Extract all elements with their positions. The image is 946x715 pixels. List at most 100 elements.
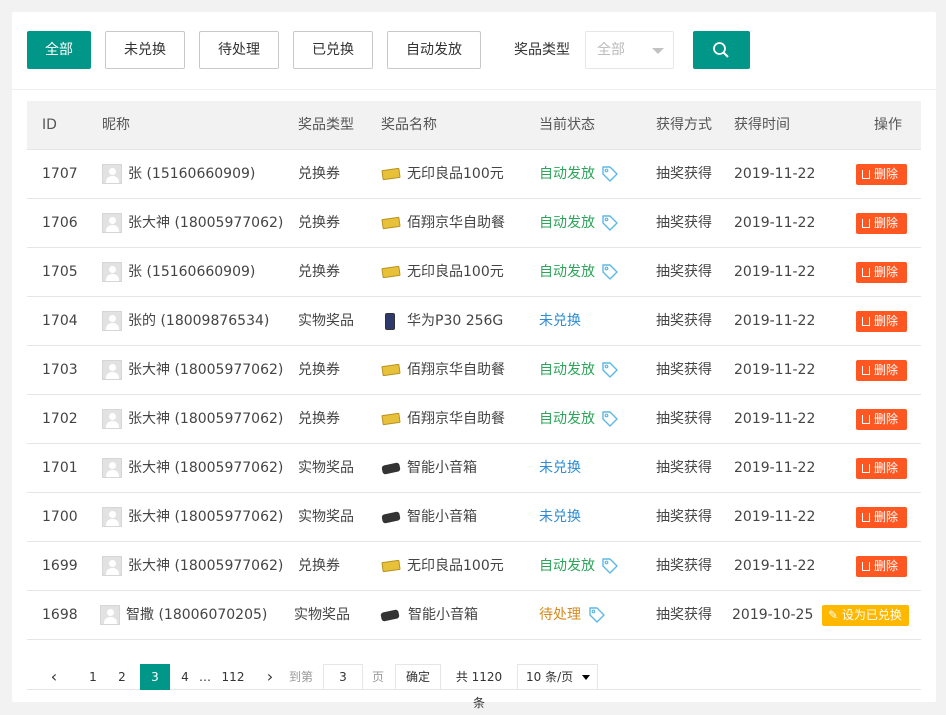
tag-icon[interactable] bbox=[601, 410, 619, 428]
avatar bbox=[102, 311, 122, 331]
tab-unredeemed[interactable]: 未兑换 bbox=[105, 31, 185, 69]
main-panel: 全部 未兑换 待处理 已兑换 自动发放 奖品类型 全部 ID 昵称 奖品类型 奖… bbox=[12, 12, 936, 710]
row-nickname: 张大神 (18005977062) bbox=[128, 215, 284, 231]
header-time: 获得时间 bbox=[734, 117, 790, 133]
page-size-select[interactable]: 10 条/页 bbox=[517, 664, 598, 690]
page-1[interactable]: 1 bbox=[83, 664, 103, 690]
row-nickname: 张 (15160660909) bbox=[128, 166, 256, 182]
trash-icon bbox=[862, 415, 870, 424]
page-ellipsis: … bbox=[199, 670, 211, 684]
row-method: 抽奖获得 bbox=[656, 607, 712, 623]
page-3-current[interactable]: 3 bbox=[140, 664, 170, 690]
mark-redeemed-button[interactable]: ✎ 设为已兑换 bbox=[822, 605, 909, 626]
row-id: 1705 bbox=[42, 264, 78, 280]
row-nickname: 张大神 (18005977062) bbox=[128, 362, 284, 378]
next-page-button[interactable]: › bbox=[263, 664, 277, 690]
row-time: 2019-11-22 bbox=[734, 509, 816, 525]
delete-button[interactable]: 删除 bbox=[856, 507, 907, 528]
delete-button[interactable]: 删除 bbox=[856, 311, 907, 332]
row-id: 1707 bbox=[42, 166, 78, 182]
trash-icon bbox=[862, 268, 870, 277]
row-prize-name: 无印良品100元 bbox=[407, 558, 504, 574]
row-prize-type: 实物奖品 bbox=[294, 607, 350, 623]
delete-button[interactable]: 删除 bbox=[856, 556, 907, 577]
row-time: 2019-11-22 bbox=[734, 264, 816, 280]
row-prize-type: 实物奖品 bbox=[298, 313, 354, 329]
row-prize-type: 兑换券 bbox=[298, 264, 340, 280]
pagination: ‹ 1 2 3 4 … 112 › 到第 3 页 确定 共 1120 条 10 … bbox=[27, 652, 921, 710]
delete-button[interactable]: 删除 bbox=[856, 458, 907, 479]
tag-icon[interactable] bbox=[601, 214, 619, 232]
tag-icon[interactable] bbox=[601, 557, 619, 575]
header-id: ID bbox=[42, 117, 57, 133]
header-prize-name: 奖品名称 bbox=[381, 117, 437, 133]
avatar bbox=[102, 164, 122, 184]
row-status: 自动发放 bbox=[539, 264, 595, 280]
row-time: 2019-11-22 bbox=[734, 362, 816, 378]
row-nickname: 张大神 (18005977062) bbox=[128, 509, 284, 525]
avatar bbox=[102, 213, 122, 233]
trash-icon bbox=[862, 464, 870, 473]
page-2[interactable]: 2 bbox=[112, 664, 132, 690]
tag-icon[interactable] bbox=[588, 606, 606, 624]
row-id: 1699 bbox=[42, 558, 78, 574]
row-method: 抽奖获得 bbox=[656, 215, 712, 231]
tab-auto-issue[interactable]: 自动发放 bbox=[387, 31, 481, 69]
tag-icon[interactable] bbox=[601, 165, 619, 183]
row-id: 1700 bbox=[42, 509, 78, 525]
page-4[interactable]: 4 bbox=[175, 664, 195, 690]
avatar bbox=[102, 262, 122, 282]
delete-button[interactable]: 删除 bbox=[856, 409, 907, 430]
delete-label: 删除 bbox=[874, 559, 899, 573]
trash-icon bbox=[862, 317, 870, 326]
page-last[interactable]: 112 bbox=[217, 664, 249, 690]
prize-type-select[interactable]: 全部 bbox=[585, 31, 674, 69]
total-count: 共 1120 条 bbox=[455, 670, 503, 710]
row-prize-type: 兑换券 bbox=[298, 411, 340, 427]
avatar bbox=[102, 507, 122, 527]
trash-icon bbox=[862, 366, 870, 375]
tab-redeemed[interactable]: 已兑换 bbox=[293, 31, 373, 69]
prize-type-value: 全部 bbox=[597, 42, 625, 58]
coupon-icon bbox=[381, 150, 402, 198]
row-prize-name: 佰翔京华自助餐 bbox=[407, 411, 505, 427]
tab-all[interactable]: 全部 bbox=[27, 31, 91, 69]
header-prize-type: 奖品类型 bbox=[298, 117, 354, 133]
delete-label: 删除 bbox=[874, 363, 899, 377]
search-button[interactable] bbox=[693, 31, 750, 69]
row-nickname: 张大神 (18005977062) bbox=[128, 411, 284, 427]
row-id: 1703 bbox=[42, 362, 78, 378]
page-unit-label: 页 bbox=[371, 670, 384, 684]
pencil-icon: ✎ bbox=[828, 608, 842, 622]
phone-icon bbox=[382, 297, 402, 345]
header-status: 当前状态 bbox=[539, 117, 595, 133]
row-status: 未兑换 bbox=[539, 460, 581, 476]
tag-icon[interactable] bbox=[601, 361, 619, 379]
delete-label: 删除 bbox=[874, 216, 899, 230]
row-prize-name: 佰翔京华自助餐 bbox=[407, 362, 505, 378]
row-time: 2019-11-22 bbox=[734, 313, 816, 329]
row-prize-name: 华为P30 256G bbox=[407, 313, 504, 329]
speaker-icon bbox=[380, 591, 401, 639]
header-action: 操作 bbox=[874, 117, 902, 133]
row-time: 2019-11-22 bbox=[734, 411, 816, 427]
delete-label: 删除 bbox=[874, 314, 899, 328]
table-row: 1707 张 (15160660909) 兑换券 无印良品100元 自动发放 抽奖获得 20… bbox=[27, 150, 921, 199]
tab-pending[interactable]: 待处理 bbox=[199, 31, 279, 69]
delete-button[interactable]: 删除 bbox=[856, 213, 907, 234]
row-method: 抽奖获得 bbox=[656, 558, 712, 574]
delete-button[interactable]: 删除 bbox=[856, 262, 907, 283]
coupon-icon bbox=[381, 199, 402, 247]
delete-button[interactable]: 删除 bbox=[856, 164, 907, 185]
goto-confirm-button[interactable]: 确定 bbox=[395, 664, 441, 690]
trash-icon bbox=[862, 562, 870, 571]
chevron-down-icon bbox=[652, 48, 664, 54]
row-nickname: 张的 (18009876534) bbox=[128, 313, 270, 329]
row-time: 2019-10-25 bbox=[732, 607, 814, 623]
prev-page-button[interactable]: ‹ bbox=[47, 664, 61, 690]
row-id: 1698 bbox=[42, 607, 78, 623]
goto-page-input[interactable]: 3 bbox=[323, 664, 363, 690]
delete-button[interactable]: 删除 bbox=[856, 360, 907, 381]
tag-icon[interactable] bbox=[601, 263, 619, 281]
header-nickname: 昵称 bbox=[102, 117, 130, 133]
